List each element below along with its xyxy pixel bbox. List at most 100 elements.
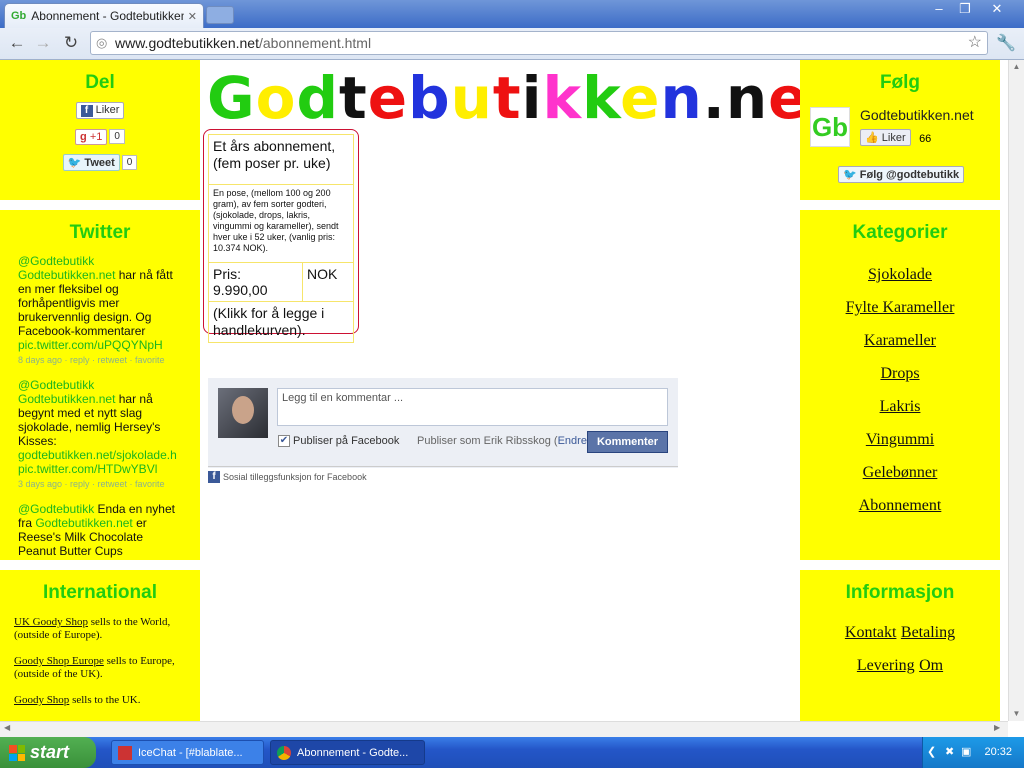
tweet-link[interactable]: Godtebutikken.net (18, 268, 115, 282)
page-viewport: Del f Liker g +1 0 🐦 Tweet 0 Twitter @Godte… (0, 60, 1008, 721)
change-user-link[interactable]: Endre (558, 435, 587, 447)
add-to-cart-link[interactable]: (Klikk for å legge i handlekurven). (208, 301, 354, 343)
taskbar: start IceChat - [#blablate... Abonnement… (0, 737, 1024, 768)
tweet-count: 0 (121, 155, 138, 171)
scroll-up-icon[interactable]: ▲ (1009, 60, 1024, 74)
category-gelebonner[interactable]: Gelebønner (800, 464, 1000, 482)
forward-icon[interactable]: → (32, 32, 54, 54)
fb-like-button[interactable]: f Liker (75, 102, 125, 120)
browser-toolbar: ← → ↻ ◎ www.godtebutikken.net/abonnement… (0, 28, 1024, 60)
facebook-icon: f (208, 471, 220, 483)
logo-letter: t (492, 64, 522, 132)
product-title: Et års abonnement, (fem poser pr. uke) (208, 134, 354, 185)
tray-expand-icon[interactable]: ❮ (927, 745, 936, 758)
post-comment-button[interactable]: Kommenter (587, 431, 668, 453)
tweet-link[interactable]: Godtebutikken.net (18, 392, 115, 406)
tweet-item: @Godtebutikk Enda en nyhet fra Godtebuti… (18, 502, 175, 558)
taskbar-item-chrome[interactable]: Abonnement - Godte... (270, 740, 425, 765)
category-vingummi[interactable]: Vingummi (800, 431, 1000, 449)
url-path: /abonnement.html (258, 35, 372, 51)
bookmark-star-icon[interactable]: ☆ (968, 32, 982, 54)
network-icon[interactable]: ▣ (961, 745, 971, 758)
tweet-item: @Godtebutikk Godtebutikken.net har nå be… (18, 378, 177, 489)
start-button[interactable]: start (0, 737, 96, 768)
url-host: www.godtebutikken.net (115, 35, 259, 51)
tweet-link[interactable]: godtebutikken.net/sjokolade.h (18, 448, 177, 462)
category-sjokolade[interactable]: Sjokolade (800, 266, 1000, 284)
comment-input[interactable]: Legg til en kommentar ... (277, 388, 668, 426)
tweet-author-link[interactable]: @Godtebutikk (18, 502, 94, 516)
category-drops[interactable]: Drops (800, 365, 1000, 383)
info-link-levering[interactable]: Levering (857, 657, 915, 674)
tweet-meta[interactable]: 3 days ago · reply · retweet · favorite (18, 479, 165, 489)
tweet-list: @Godtebutikk Godtebutikken.net har nå få… (0, 244, 200, 558)
vertical-scrollbar[interactable]: ▲ ▼ (1008, 60, 1024, 721)
fb-page-like-button[interactable]: 👍 Liker (860, 129, 911, 147)
info-link-om[interactable]: Om (919, 657, 943, 674)
info-link-kontakt[interactable]: Kontakt (845, 624, 897, 641)
tab-title: Abonnement - Godtebutikken.net (31, 9, 184, 23)
tweet-author-link[interactable]: @Godtebutikk (18, 254, 94, 268)
icechat-icon (118, 746, 132, 760)
twitter-heading: Twitter (69, 222, 131, 243)
tweet-link[interactable]: pic.twitter.com/uPQQYNpH (18, 338, 163, 352)
page-avatar[interactable]: Gb (810, 107, 850, 147)
info-box: Informasjon Kontakt Betaling Levering Om (800, 570, 1000, 721)
chrome-icon (277, 746, 291, 760)
category-abonnement[interactable]: Abonnement (800, 497, 1000, 515)
category-lakris[interactable]: Lakris (800, 398, 1000, 416)
tweet-author-link[interactable]: @Godtebutikk (18, 378, 94, 392)
close-tab-icon[interactable]: ✕ (188, 10, 197, 23)
logo-letter: d (296, 64, 339, 132)
logo-letter: . (702, 64, 726, 132)
horizontal-scrollbar[interactable]: ◀ ▶ (0, 721, 1008, 737)
tweet-meta[interactable]: 8 days ago · reply · retweet · favorite (18, 355, 165, 365)
follow-twitter-button[interactable]: 🐦 Følg @godtebutikk (838, 166, 965, 184)
logo-letter: e (620, 64, 661, 132)
scroll-down-icon[interactable]: ▼ (1009, 707, 1024, 721)
fb-plugin-label[interactable]: Sosial tilleggsfunksjon for Facebook (223, 472, 367, 482)
minimize-icon[interactable]: – (926, 1, 952, 19)
back-icon[interactable]: ← (6, 32, 28, 54)
share-heading: Del (85, 72, 115, 93)
publish-on-facebook-checkbox[interactable]: ✔ Publiser på Facebook (278, 435, 399, 447)
intl-link[interactable]: Goody Shop (14, 694, 69, 706)
logo-letter: k (542, 64, 583, 132)
tray-app-icon[interactable]: ✖ (945, 745, 954, 758)
logo-letter: o (255, 64, 297, 132)
new-tab-button[interactable] (206, 6, 234, 24)
share-box: Del f Liker g +1 0 🐦 Tweet 0 (0, 60, 200, 200)
twitter-bird-icon: 🐦 (67, 157, 82, 170)
category-karameller[interactable]: Karameller (800, 332, 1000, 350)
intl-link[interactable]: Goody Shop Europe (14, 655, 104, 667)
category-fylte-karameller[interactable]: Fylte Karameller (800, 299, 1000, 317)
intl-link[interactable]: UK Goody Shop (14, 616, 88, 628)
reload-icon[interactable]: ↻ (60, 32, 82, 54)
fb-page-name[interactable]: Godtebutikken.net (860, 107, 974, 123)
page-icon: ◎ (96, 35, 108, 50)
gplus-button[interactable]: g +1 (75, 128, 108, 145)
fb-comments: Legg til en kommentar ... ✔ Publiser på F… (208, 378, 678, 468)
intl-item: Goody Shop Europe sells to Europe, (outs… (14, 655, 175, 680)
close-window-icon[interactable]: ✕ (984, 1, 1010, 19)
scroll-left-icon[interactable]: ◀ (4, 723, 10, 732)
facebook-icon: f (80, 105, 93, 118)
tweet-link[interactable]: pic.twitter.com/HTDwYBVl (18, 462, 157, 476)
tab-active[interactable]: Gb Abonnement - Godtebutikken.net ✕ (4, 3, 204, 28)
checkbox-icon: ✔ (278, 435, 290, 447)
logo-letter: u (450, 64, 493, 132)
avatar (218, 388, 268, 438)
site-logo[interactable]: Godtebutikken.net (207, 67, 837, 129)
taskbar-item-icechat[interactable]: IceChat - [#blablate... (111, 740, 264, 765)
maximize-icon[interactable]: ❐ (952, 1, 978, 19)
scroll-right-icon[interactable]: ▶ (994, 723, 1000, 732)
info-link-betaling[interactable]: Betaling (901, 624, 955, 641)
wrench-icon[interactable]: 🔧 (996, 33, 1016, 53)
logo-letter: b (408, 64, 451, 132)
product-card[interactable]: Et års abonnement, (fem poser pr. uke) E… (203, 129, 359, 343)
tweet-button[interactable]: 🐦 Tweet (62, 154, 120, 172)
tweet-item: @Godtebutikk Godtebutikken.net har nå få… (18, 254, 173, 365)
logo-letter: i (521, 64, 543, 132)
address-bar[interactable]: ◎ www.godtebutikken.net/abonnement.html … (90, 31, 988, 55)
tweet-link[interactable]: Godtebutikken.net (35, 516, 132, 530)
